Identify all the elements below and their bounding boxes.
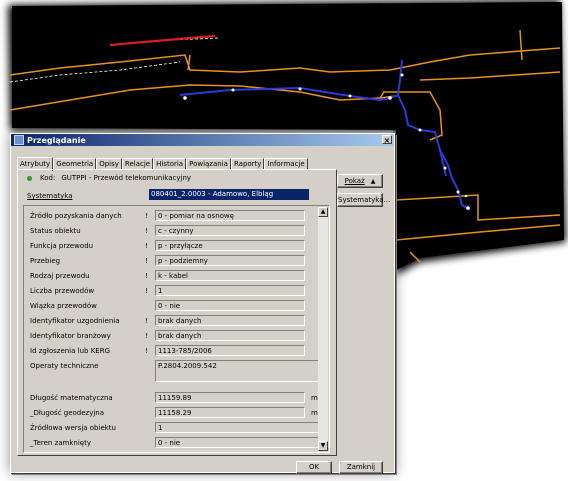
- measure-row: Długość matematyczna 11159.89 m: [28, 391, 324, 405]
- vertical-scrollbar[interactable]: ▲ ▼: [318, 207, 328, 451]
- attribute-row: Przebieg ! p - podziemny: [28, 254, 324, 268]
- attribute-row: Operaty techniczne P.2804.2009.542: [28, 359, 324, 383]
- zamknij-button[interactable]: Zamknij: [339, 461, 383, 474]
- attribute-row: Wiązka przewodów 0 - nie: [28, 299, 324, 313]
- required-mark: !: [145, 332, 148, 340]
- attribute-label: Identyfikator uzgodnienia: [30, 317, 120, 325]
- required-mark: !: [145, 347, 148, 355]
- attribute-row: Rodzaj przewodu ! k - kabel: [28, 269, 324, 283]
- attribute-label: Operaty techniczne: [30, 362, 99, 370]
- attribute-label: Rodzaj przewodu: [30, 272, 90, 280]
- attribute-value[interactable]: brak danych: [155, 330, 305, 341]
- attribute-value[interactable]: brak danych: [155, 315, 305, 326]
- close-icon[interactable]: ×: [382, 135, 392, 145]
- kod-value: GUTPPI - Przewód telekomunikacyjny: [61, 174, 192, 182]
- attribute-row: Liczba przewodów ! 1: [28, 284, 324, 298]
- attribute-value[interactable]: 1: [155, 285, 305, 296]
- attribute-row: Identyfikator uzgodnienia ! brak danych: [28, 314, 324, 328]
- scroll-up-icon[interactable]: ▲: [318, 207, 328, 217]
- ok-button[interactable]: OK: [296, 461, 332, 474]
- attribute-value[interactable]: 0 - pomiar na osnowę: [155, 210, 305, 221]
- kod-row: Kod: GUTPPI - Przewód telekomunikacyjny: [27, 174, 191, 182]
- dialog-title: Przeglądanie: [27, 135, 86, 145]
- required-mark: !: [145, 212, 148, 220]
- pokaz-button[interactable]: Pokaż ▲: [337, 174, 383, 188]
- attribute-row: Identyfikator branżowy ! brak danych: [28, 329, 324, 343]
- attribute-row: Funkcja przewodu ! p - przyłącze: [28, 239, 324, 253]
- attribute-label: Status obiektu: [30, 227, 81, 235]
- measure-value[interactable]: 1: [155, 422, 321, 433]
- przegladanie-dialog: Przeglądanie × Atrybuty Geometria Opisy …: [10, 133, 395, 474]
- attribute-label: Źródło pozyskania danych: [30, 212, 122, 220]
- scroll-down-icon[interactable]: ▼: [318, 441, 328, 451]
- pokaz-arrow-icon: ▲: [370, 178, 376, 185]
- measure-label: _Długość geodezyjna: [30, 409, 105, 417]
- measure-label: _Teren zamknięty: [30, 439, 91, 447]
- attribute-label: Identyfikator branżowy: [30, 332, 111, 340]
- attribute-value[interactable]: k - kabel: [155, 270, 305, 281]
- attribute-value[interactable]: p - przyłącze: [155, 240, 305, 251]
- measure-row: _Długość geodezyjna 11158.29 m: [28, 406, 324, 420]
- tab-strip: Atrybuty Geometria Opisy Relacje Histori…: [17, 156, 308, 171]
- attribute-row: Status obiektu ! c - czynny: [28, 224, 324, 238]
- measure-value[interactable]: 11158.29: [155, 407, 305, 418]
- measure-unit: m: [311, 409, 318, 417]
- attribute-value[interactable]: c - czynny: [155, 225, 305, 236]
- measure-unit: m: [311, 394, 318, 402]
- app-icon: [14, 135, 24, 145]
- attribute-row: Źródło pozyskania danych ! 0 - pomiar na…: [28, 209, 324, 223]
- measure-row: _Teren zamknięty 0 - nie: [28, 436, 324, 450]
- title-bar[interactable]: Przeglądanie ×: [11, 134, 394, 146]
- measure-row: Źródłowa wersja obiektu 1: [28, 421, 324, 435]
- attribute-label: Funkcja przewodu: [30, 242, 94, 250]
- attribute-value[interactable]: P.2804.2009.542: [155, 360, 321, 382]
- attribute-label: Wiązka przewodów: [30, 302, 97, 310]
- required-mark: !: [145, 242, 148, 250]
- pokaz-label: Pokaż: [344, 177, 365, 185]
- required-mark: !: [145, 227, 148, 235]
- systematyka-label: Systematyka: [27, 192, 73, 200]
- required-mark: !: [145, 287, 148, 295]
- status-dot-icon: [27, 175, 32, 181]
- required-mark: !: [145, 272, 148, 280]
- kod-label: Kod:: [40, 174, 56, 182]
- attributes-grid[interactable]: Źródło pozyskania danych ! 0 - pomiar na…: [23, 205, 330, 453]
- measure-value[interactable]: 11159.89: [155, 392, 305, 403]
- required-mark: !: [145, 317, 148, 325]
- systematyka-field[interactable]: 080401_2.0003 - Adamowo, Elbląg: [149, 189, 309, 200]
- measure-label: Źródłowa wersja obiektu: [30, 424, 116, 432]
- attribute-value[interactable]: 0 - nie: [155, 300, 305, 311]
- required-mark: !: [145, 257, 148, 265]
- systematyka-button[interactable]: Systematyka...: [337, 193, 390, 207]
- attribute-row: Id zgłoszenia lub KERG ! 1113-785/2006: [28, 344, 324, 358]
- attribute-value[interactable]: 1113-785/2006: [155, 345, 305, 356]
- measure-label: Długość matematyczna: [30, 394, 113, 402]
- measure-value[interactable]: 0 - nie: [155, 437, 321, 448]
- attribute-value[interactable]: p - podziemny: [155, 255, 305, 266]
- attribute-label: Id zgłoszenia lub KERG: [30, 347, 110, 355]
- attribute-label: Przebieg: [30, 257, 61, 265]
- attribute-label: Liczba przewodów: [30, 287, 95, 295]
